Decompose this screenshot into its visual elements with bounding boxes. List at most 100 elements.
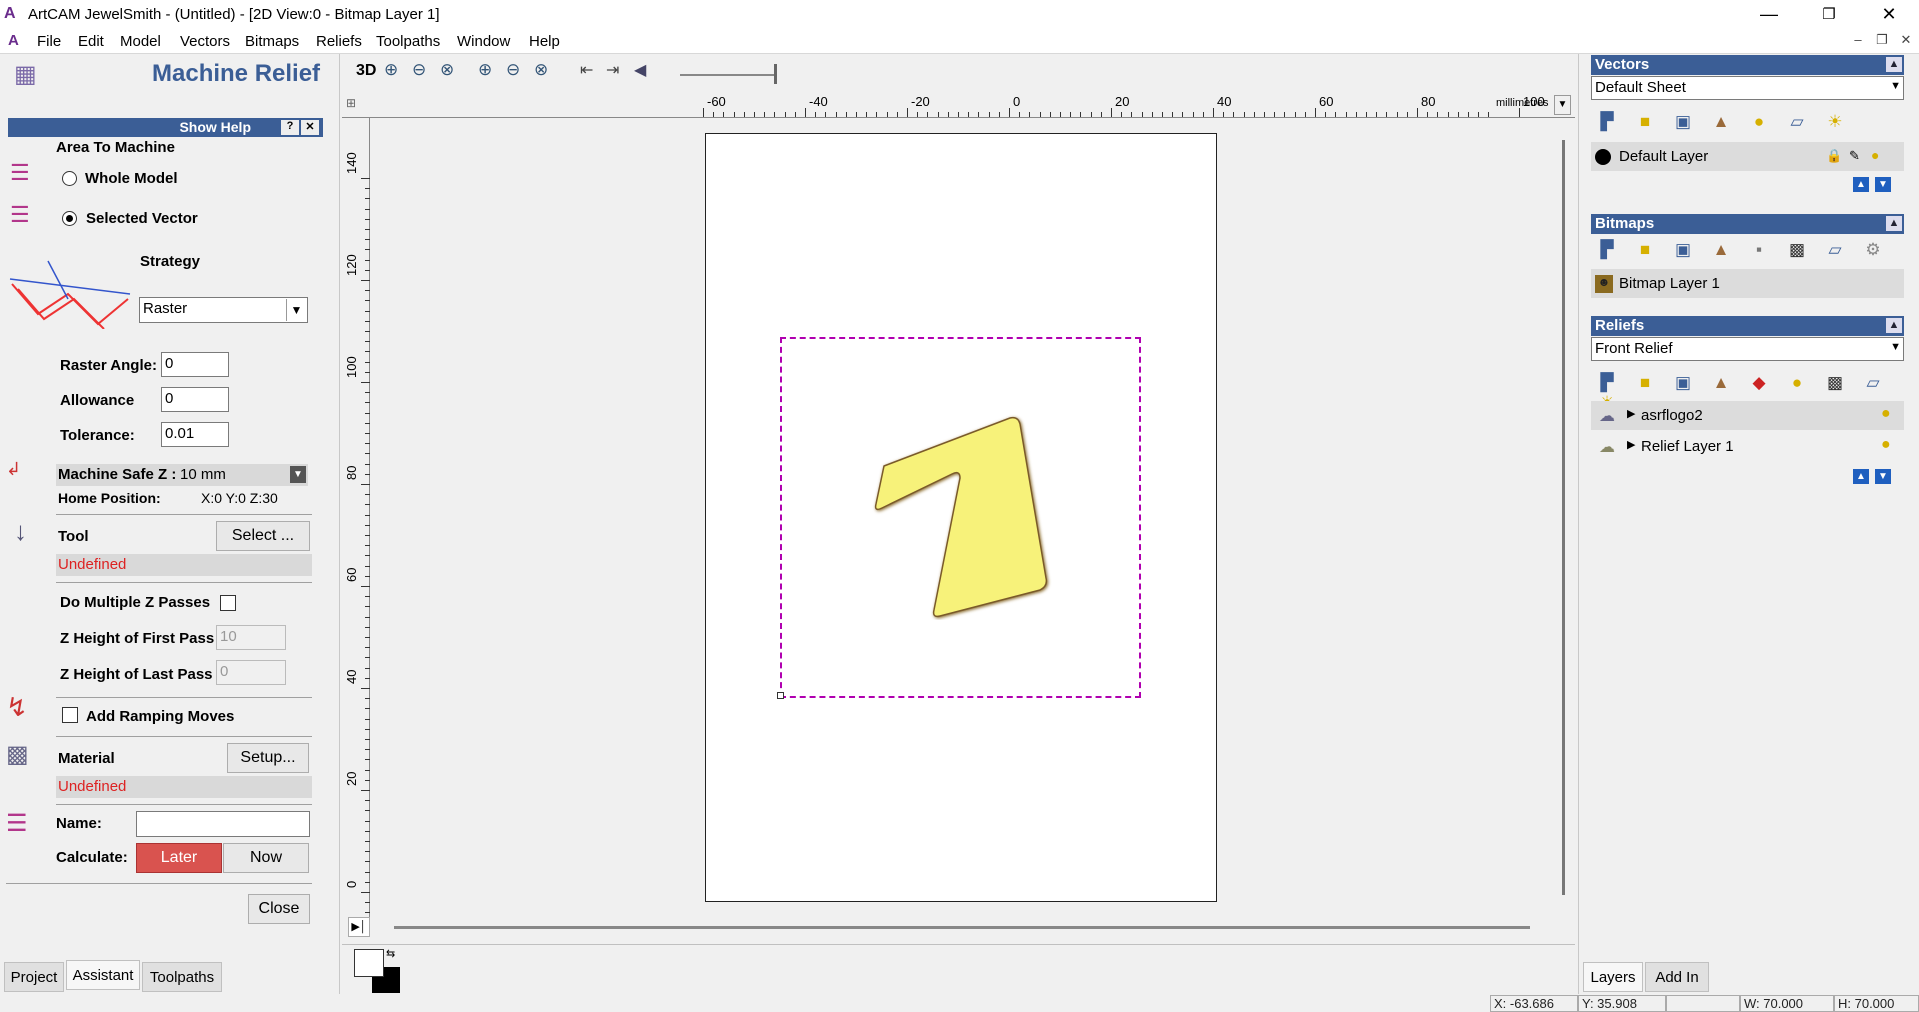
multiple-z-checkbox[interactable] <box>220 595 236 611</box>
minimize-button[interactable]: — <box>1740 0 1798 29</box>
z-last-pass-input[interactable]: 0 <box>216 660 286 685</box>
selected-vector-radio[interactable] <box>62 211 77 226</box>
show-help-bar[interactable]: Show Help ? ✕ <box>8 118 323 137</box>
calculate-later-button[interactable]: Later <box>136 843 222 873</box>
save-icon[interactable]: ▣ <box>1671 112 1695 132</box>
settings-icon[interactable]: ⚙ <box>1861 240 1885 260</box>
vectors-sheet-select[interactable]: Default Sheet ▼ <box>1591 76 1904 100</box>
select-tool-button[interactable]: Select ... <box>216 521 310 551</box>
export-icon[interactable]: ⇥ <box>606 60 619 80</box>
units-dropdown-icon[interactable]: ▼ <box>1554 95 1571 115</box>
visibility-bulb-icon[interactable]: ● <box>1881 405 1891 423</box>
expand-icon[interactable]: ▶│ <box>348 917 370 937</box>
expand-arrow-icon[interactable]: ▶ <box>1627 438 1635 451</box>
edit-icon[interactable]: ✎ <box>1849 148 1860 164</box>
help-close-icon[interactable]: ✕ <box>301 120 319 135</box>
menu-bitmaps[interactable]: Bitmaps <box>245 33 299 50</box>
new-relief-icon[interactable]: ▛ <box>1595 373 1619 393</box>
ramping-checkbox[interactable] <box>62 707 78 723</box>
tab-toolpaths[interactable]: Toolpaths <box>142 962 222 992</box>
mdi-restore-button[interactable]: ❐ <box>1872 32 1892 50</box>
delete-icon[interactable]: ▱ <box>1823 240 1847 260</box>
relief-item-row[interactable]: ☁ ▶ asrflogo2 ● <box>1591 401 1904 430</box>
raster-angle-input[interactable]: 0 <box>161 352 229 377</box>
whole-model-radio[interactable] <box>62 171 77 186</box>
strategy-select[interactable]: Raster ▼ <box>139 297 308 323</box>
zoom-slider-handle[interactable] <box>774 64 777 84</box>
menu-edit[interactable]: Edit <box>78 33 104 50</box>
mdi-close-button[interactable]: ✕ <box>1896 32 1916 50</box>
calculate-now-button[interactable]: Now <box>223 843 309 873</box>
material-setup-button[interactable]: Setup... <box>227 743 309 773</box>
open-folder-icon[interactable]: ■ <box>1633 373 1657 393</box>
default-layer-row[interactable]: Default Layer 🔒 ✎ ● <box>1591 142 1904 171</box>
paste-icon[interactable]: ▲ <box>1709 112 1733 132</box>
merge-icon[interactable]: ◆ <box>1747 373 1771 393</box>
pin-icon[interactable]: ▲ <box>1886 216 1902 231</box>
visibility-bulb-icon[interactable]: ● <box>1881 436 1891 454</box>
texture-icon[interactable]: ▩ <box>1823 373 1847 393</box>
menu-vectors[interactable]: Vectors <box>180 33 230 50</box>
safe-z-bar[interactable]: Machine Safe Z : 10 mm ▼ <box>56 464 308 486</box>
relief-item-row[interactable]: ☁ ▶ Relief Layer 1 ● <box>1591 432 1904 461</box>
grey-layer-icon[interactable]: ▪ <box>1747 240 1771 260</box>
delete-icon[interactable]: ▱ <box>1785 112 1809 132</box>
restore-button[interactable]: ❐ <box>1800 0 1858 29</box>
pin-icon[interactable]: ▲ <box>1886 57 1902 72</box>
menu-help[interactable]: Help <box>529 33 560 50</box>
move-down-icon[interactable]: ▼ <box>1875 469 1891 484</box>
selection-handle[interactable] <box>777 692 784 699</box>
menu-model[interactable]: Model <box>120 33 161 50</box>
image-icon[interactable]: ▩ <box>1785 240 1809 260</box>
delete-icon[interactable]: ▱ <box>1861 373 1885 393</box>
zoom-in-icon[interactable]: ⊕ <box>384 60 398 80</box>
name-input[interactable] <box>136 811 310 837</box>
paste-icon[interactable]: ▲ <box>1709 373 1733 393</box>
save-icon[interactable]: ▣ <box>1671 373 1695 393</box>
move-up-icon[interactable]: ▲ <box>1853 177 1869 192</box>
paste-icon[interactable]: ▲ <box>1709 240 1733 260</box>
zoom-box-icon[interactable]: ⊗ <box>440 60 454 80</box>
layer-color-icon[interactable] <box>1595 149 1611 165</box>
horizontal-scrollbar[interactable] <box>394 926 1530 929</box>
tab-project[interactable]: Project <box>4 962 64 992</box>
zoom-out-icon[interactable]: ⊖ <box>412 60 426 80</box>
help-question-icon[interactable]: ? <box>281 120 299 135</box>
open-folder-icon[interactable]: ■ <box>1633 112 1657 132</box>
bulb-icon[interactable]: ● <box>1785 373 1809 393</box>
relief-select[interactable]: Front Relief ▼ <box>1591 337 1904 361</box>
swap-colors-icon[interactable]: ⇆ <box>386 947 395 960</box>
close-panel-button[interactable]: Close <box>248 894 310 924</box>
import-icon[interactable]: ⇤ <box>580 60 593 80</box>
expand-arrow-icon[interactable]: ▶ <box>1627 407 1635 420</box>
view-3d-button[interactable]: 3D <box>356 62 376 80</box>
lock-icon[interactable]: 🔒 <box>1826 148 1842 164</box>
bulb-icon[interactable]: ● <box>1747 112 1771 132</box>
tab-layers[interactable]: Layers <box>1583 962 1643 992</box>
chevron-down-icon[interactable]: ▼ <box>1890 341 1901 353</box>
tolerance-input[interactable]: 0.01 <box>161 422 229 447</box>
menu-window[interactable]: Window <box>457 33 510 50</box>
bitmap-layer-row[interactable]: ☻ Bitmap Layer 1 <box>1591 269 1904 298</box>
safe-z-dropdown-icon[interactable]: ▼ <box>290 466 306 483</box>
menu-toolpaths[interactable]: Toolpaths <box>376 33 440 50</box>
zoom-previous-icon[interactable]: ⊖ <box>506 60 520 80</box>
chevron-down-icon[interactable]: ▼ <box>1890 80 1901 92</box>
move-up-icon[interactable]: ▲ <box>1853 469 1869 484</box>
zoom-fit-icon[interactable]: ⊕ <box>478 60 492 80</box>
zoom-selection-icon[interactable]: ⊗ <box>534 60 548 80</box>
visibility-bulb-icon[interactable]: ● <box>1871 147 1879 163</box>
new-bitmap-icon[interactable]: ▛ <box>1595 240 1619 260</box>
new-layer-icon[interactable]: ▛ <box>1595 112 1619 132</box>
vertical-scrollbar[interactable] <box>1562 140 1565 895</box>
chevron-down-icon[interactable]: ▼ <box>286 299 306 321</box>
save-icon[interactable]: ▣ <box>1671 240 1695 260</box>
render-icon[interactable]: ◀ <box>634 60 646 80</box>
pin-icon[interactable]: ▲ <box>1886 318 1902 333</box>
allowance-input[interactable]: 0 <box>161 387 229 412</box>
zoom-slider-track[interactable] <box>680 74 774 76</box>
primary-color-swatch[interactable] <box>354 949 384 977</box>
tab-add-in[interactable]: Add In <box>1645 962 1709 992</box>
all-visible-icon[interactable]: ☀ <box>1823 112 1847 132</box>
open-folder-icon[interactable]: ■ <box>1633 240 1657 260</box>
